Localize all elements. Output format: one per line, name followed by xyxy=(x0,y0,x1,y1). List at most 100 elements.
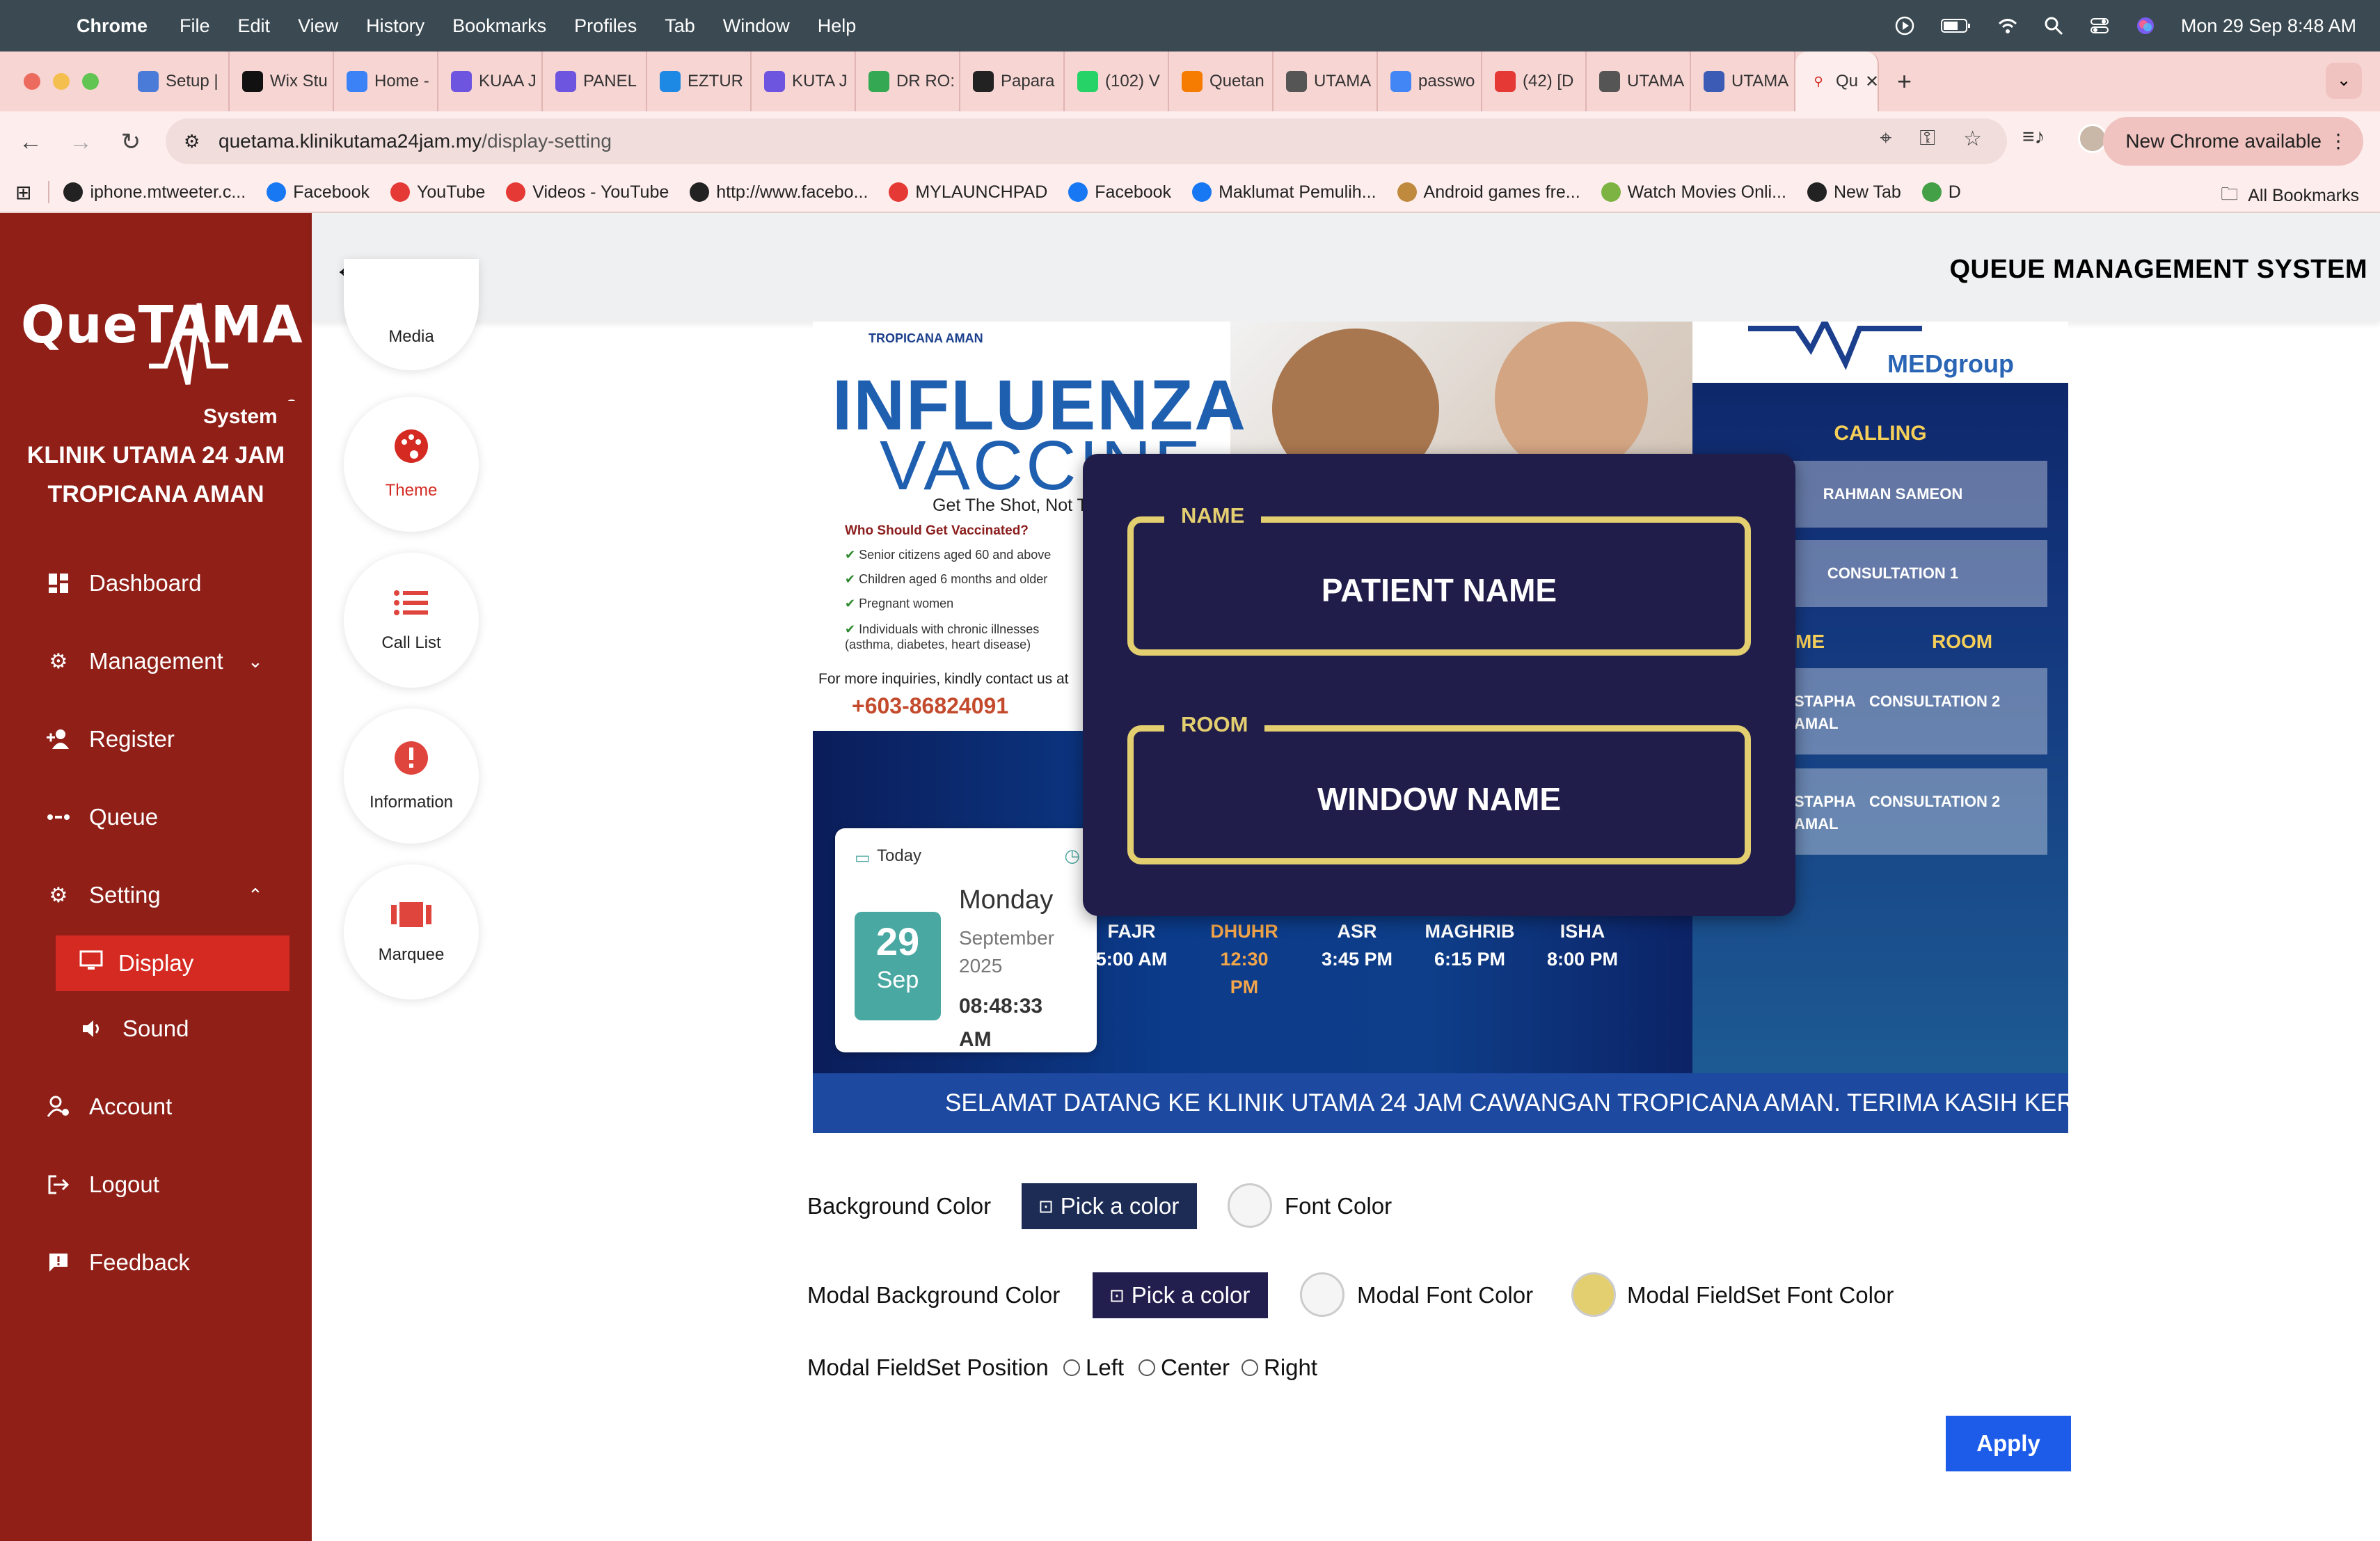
browser-tab[interactable]: Setup | xyxy=(125,52,230,111)
modal-font-color-swatch[interactable] xyxy=(1300,1272,1344,1317)
bookmark-item[interactable]: Videos - YouTube xyxy=(506,182,669,203)
browser-tab[interactable]: (102) V xyxy=(1065,52,1169,111)
browser-tab[interactable]: EZTUR xyxy=(647,52,752,111)
browser-tab[interactable]: KUTA J xyxy=(752,52,856,111)
close-tab-icon[interactable]: ✕ xyxy=(1865,72,1878,92)
site-info-icon[interactable]: ⚙ xyxy=(184,131,200,152)
bookmark-star-icon[interactable]: ☆ xyxy=(1963,127,1982,151)
position-center-radio[interactable]: Center xyxy=(1139,1354,1230,1381)
menubar-datetime[interactable]: Mon 29 Sep 8:48 AM xyxy=(2181,15,2356,37)
menu-view[interactable]: View xyxy=(298,15,338,37)
tab-label: Quetan xyxy=(1209,72,1264,90)
radio-circle[interactable] xyxy=(1063,1359,1080,1376)
browser-tab[interactable]: Wix Stu xyxy=(230,52,334,111)
bookmark-item[interactable]: Maklumat Pemulih... xyxy=(1192,182,1377,203)
address-bar[interactable]: ⚙ quetama.klinikutama24jam.my/display-se… xyxy=(166,118,2007,164)
nav-display[interactable]: Display xyxy=(56,935,289,991)
menu-help[interactable]: Help xyxy=(818,15,857,37)
tool-theme[interactable]: Theme xyxy=(344,397,479,532)
browser-tab[interactable]: UTAMA xyxy=(1274,52,1378,111)
menu-tab[interactable]: Tab xyxy=(665,15,695,37)
nav-management[interactable]: ⚙ Management ⌄ xyxy=(46,640,263,682)
nav-dashboard[interactable]: Dashboard xyxy=(46,562,201,604)
active-tab[interactable]: ⚲ Qu ✕ xyxy=(1795,52,1879,111)
media-controls-icon[interactable]: ≡♪ xyxy=(2022,125,2045,149)
bookmark-item[interactable]: Facebook xyxy=(267,182,370,203)
nav-logout[interactable]: Logout xyxy=(46,1164,159,1206)
bookmark-favicon-icon xyxy=(690,182,710,202)
tab-search-chevron-icon[interactable]: ⌄ xyxy=(2326,63,2362,99)
bookmark-label: Facebook xyxy=(293,182,370,202)
location-icon[interactable]: ⌖ xyxy=(1880,127,1891,151)
zoom-window-button[interactable] xyxy=(82,73,99,90)
menu-profiles[interactable]: Profiles xyxy=(574,15,637,37)
bookmark-item[interactable]: D xyxy=(1921,182,1961,203)
browser-tab[interactable]: UTAMA xyxy=(1587,52,1691,111)
bookmark-item[interactable]: Facebook xyxy=(1068,182,1171,203)
apps-grid-icon[interactable]: ⊞ xyxy=(15,181,31,204)
play-status-icon[interactable] xyxy=(1894,15,1915,36)
apply-button[interactable]: Apply xyxy=(1946,1416,2071,1471)
browser-tab[interactable]: Quetan xyxy=(1169,52,1274,111)
nav-register[interactable]: Register xyxy=(46,718,175,760)
bookmark-item[interactable]: Watch Movies Onli... xyxy=(1601,182,1786,203)
browser-tab[interactable]: (42) [D xyxy=(1482,52,1587,111)
modal-fieldset-font-color-swatch[interactable] xyxy=(1571,1272,1616,1317)
chrome-menu-icon[interactable]: ⋮ xyxy=(2329,117,2348,166)
menu-edit[interactable]: Edit xyxy=(238,15,271,37)
close-window-button[interactable] xyxy=(24,73,40,90)
spotlight-search-icon[interactable] xyxy=(2043,15,2064,36)
tool-call-list[interactable]: Call List xyxy=(344,553,479,688)
browser-tab[interactable]: Home - xyxy=(334,52,438,111)
menu-window[interactable]: Window xyxy=(723,15,790,37)
new-tab-button[interactable]: + xyxy=(1897,67,1912,96)
bookmark-item[interactable]: MYLAUNCHPAD xyxy=(889,182,1047,203)
browser-tab[interactable]: KUAA J xyxy=(438,52,543,111)
nav-setting[interactable]: ⚙ Setting ⌃ xyxy=(46,874,263,916)
password-key-icon[interactable]: ⚿ xyxy=(1919,127,1935,151)
radio-circle[interactable] xyxy=(1241,1359,1258,1376)
browser-tab[interactable]: passwo xyxy=(1378,52,1482,111)
battery-icon[interactable] xyxy=(1940,15,1972,36)
forward-nav-icon[interactable]: → xyxy=(56,129,106,156)
menu-history[interactable]: History xyxy=(366,15,425,37)
browser-tab[interactable]: PANEL xyxy=(543,52,647,111)
bookmark-item[interactable]: iphone.mtweeter.c... xyxy=(63,182,246,203)
wifi-icon[interactable] xyxy=(1997,15,2018,36)
menu-bookmarks[interactable]: Bookmarks xyxy=(452,15,546,37)
bookmark-item[interactable]: New Tab xyxy=(1807,182,1901,203)
control-center-icon[interactable] xyxy=(2089,15,2110,36)
browser-tab[interactable]: DR RO: xyxy=(856,52,960,111)
browser-tab[interactable]: UTAMA xyxy=(1691,52,1795,111)
font-color-swatch[interactable] xyxy=(1228,1183,1272,1228)
new-chrome-available-button[interactable]: New Chrome available ⋮ xyxy=(2103,117,2363,166)
minimize-window-button[interactable] xyxy=(53,73,70,90)
browser-tab[interactable]: Papara xyxy=(960,52,1065,111)
bookmark-item[interactable]: YouTube xyxy=(390,182,485,203)
tool-information[interactable]: Information xyxy=(344,709,479,844)
position-right-radio[interactable]: Right xyxy=(1241,1354,1317,1381)
marquee-text: SELAMAT DATANG KE KLINIK UTAMA 24 JAM CA… xyxy=(813,1073,2068,1133)
reload-icon[interactable]: ↻ xyxy=(106,128,156,156)
background-color-picker[interactable]: ⊡ Pick a color xyxy=(1022,1183,1197,1229)
back-nav-icon[interactable]: ← xyxy=(6,129,56,156)
nav-sound[interactable]: Sound xyxy=(79,1008,189,1050)
bookmark-item[interactable]: http://www.facebo... xyxy=(690,182,868,203)
nav-account[interactable]: Account xyxy=(46,1086,172,1128)
tool-marquee[interactable]: Marquee xyxy=(344,864,479,999)
nav-dashboard-label: Dashboard xyxy=(89,570,202,596)
tool-marquee-label: Marquee xyxy=(378,945,445,964)
prayer-name: DHUHR xyxy=(1210,921,1278,942)
siri-icon[interactable] xyxy=(2135,15,2156,36)
all-bookmarks-button[interactable]: 🗀 All Bookmarks xyxy=(2221,181,2359,211)
menu-app-name[interactable]: Chrome xyxy=(77,15,148,37)
prayer-time: 5:00 AM xyxy=(1095,949,1168,970)
bookmark-item[interactable]: Android games fre... xyxy=(1397,182,1580,203)
tool-media[interactable]: Media xyxy=(344,259,479,370)
radio-circle[interactable] xyxy=(1139,1359,1155,1376)
menu-file[interactable]: File xyxy=(180,15,210,37)
position-left-radio[interactable]: Left xyxy=(1063,1354,1124,1381)
nav-feedback[interactable]: Feedback xyxy=(46,1242,190,1283)
modal-background-color-picker[interactable]: ⊡ Pick a color xyxy=(1093,1272,1268,1318)
nav-queue[interactable]: Queue xyxy=(46,796,158,838)
